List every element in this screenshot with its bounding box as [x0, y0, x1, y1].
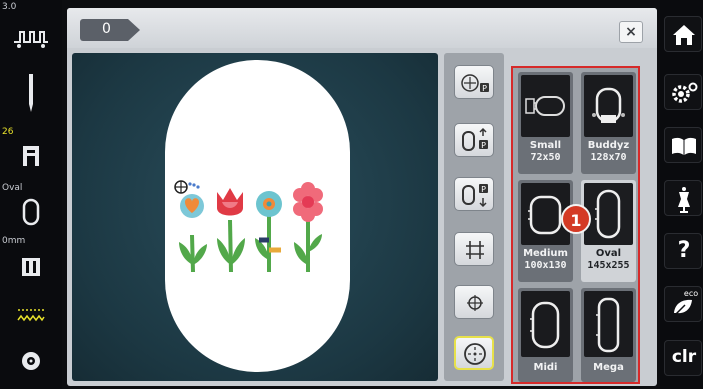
tool-column: P P P — [444, 53, 504, 381]
center-move-icon: P — [461, 74, 489, 93]
buddyz-hoop-icon — [592, 87, 625, 123]
stitch-pattern-icon[interactable] — [0, 304, 62, 330]
hoop-option-oval[interactable]: Oval 145x255 — [581, 180, 636, 282]
hoop-option-buddyz[interactable]: Buddyz 128x70 — [581, 72, 636, 174]
close-button[interactable]: × — [619, 21, 643, 43]
hoop-name: Midi — [533, 362, 558, 373]
svg-text:P: P — [482, 84, 487, 93]
hoop-name: Medium — [523, 248, 568, 259]
clear-button[interactable]: clr — [664, 340, 702, 376]
hoop-up-icon: P — [462, 127, 488, 151]
stitch-width-value: 3.0 — [2, 2, 17, 12]
small-hoop-icon — [525, 96, 565, 116]
hoop-label: Oval — [2, 183, 23, 193]
clear-icon: clr — [671, 347, 697, 367]
crosshair-center-icon — [467, 295, 483, 311]
hoop-option-mega[interactable]: Mega — [581, 288, 636, 382]
distance-value: 0mm — [2, 236, 26, 246]
svg-text:P: P — [481, 185, 486, 194]
callout-badge: 1 — [561, 204, 591, 234]
creative-consultant-button[interactable] — [664, 180, 702, 216]
flower-blue — [179, 194, 207, 273]
hoop-option-medium[interactable]: Medium 100x130 — [518, 180, 573, 282]
center-mark-button[interactable] — [454, 285, 494, 319]
hoop-size: 145x255 — [587, 260, 630, 271]
hoop-bottom-button[interactable]: P — [454, 177, 494, 211]
feed-dog-icon[interactable] — [0, 252, 62, 282]
eco-label: eco — [683, 289, 699, 298]
embroidery-screen: 3.0 26 Oval 0mm 0 × P P P Small 72x50 Bu… — [0, 0, 703, 389]
file-tab[interactable]: 0 — [80, 19, 140, 41]
tutorial-button[interactable] — [664, 127, 702, 163]
grid-icon — [466, 241, 484, 259]
home-button[interactable] — [664, 16, 702, 52]
tutorial-book-icon — [672, 137, 696, 155]
dress-form-icon — [678, 187, 690, 213]
file-tab-label: 0 — [102, 21, 111, 37]
needle-icon[interactable] — [0, 70, 62, 116]
settings-button[interactable] — [664, 74, 702, 110]
flower-red-tulip — [217, 188, 245, 273]
crosshair-icon — [174, 180, 200, 194]
hoop-size: 100x130 — [524, 260, 567, 271]
needle-number: 26 — [2, 127, 14, 137]
help-button[interactable]: ? — [664, 233, 702, 269]
hoop-option-midi[interactable]: Midi — [518, 288, 573, 382]
bobbin-icon[interactable] — [0, 346, 62, 376]
hoop-name: Buddyz — [587, 140, 630, 151]
help-icon: ? — [677, 238, 691, 263]
top-bar: 0 × — [67, 8, 657, 48]
midi-hoop-icon — [530, 301, 560, 349]
hoop-top-button[interactable]: P — [454, 123, 494, 157]
move-hoop-icon — [464, 343, 486, 365]
flower-teal — [255, 191, 282, 272]
hoop-shape-icon[interactable] — [0, 197, 62, 227]
hoop-option-small[interactable]: Small 72x50 — [518, 72, 573, 174]
svg-text:P: P — [481, 141, 486, 150]
hoop-size: 72x50 — [530, 152, 561, 163]
hoop-preview — [165, 60, 350, 372]
hoop-name: Mega — [593, 362, 624, 373]
move-hoop-button[interactable] — [454, 336, 494, 370]
settings-icon — [672, 82, 698, 103]
hoop-down-icon: P — [462, 184, 488, 208]
move-to-center-button[interactable]: P — [454, 65, 494, 99]
grid-button[interactable] — [454, 232, 494, 266]
right-nav-bar: ? eco clr — [660, 0, 703, 389]
hoop-size: 128x70 — [590, 152, 627, 163]
embroidery-stage — [72, 53, 438, 381]
hoop-name: Oval — [595, 248, 622, 259]
home-icon — [673, 25, 695, 45]
mega-hoop-icon — [596, 297, 620, 353]
hoop-name: Small — [529, 140, 562, 151]
flower-pink — [293, 182, 323, 272]
main-panel: 0 × P P P Small 72x50 Buddyz 128x70 Medi… — [67, 8, 657, 386]
presser-foot-icon[interactable] — [0, 24, 62, 54]
stitch-plate-icon[interactable] — [0, 142, 62, 170]
left-status-bar: 3.0 26 Oval 0mm — [0, 0, 62, 389]
flower-design[interactable] — [165, 60, 350, 372]
eco-button[interactable]: eco — [664, 286, 702, 322]
oval-hoop-icon — [595, 189, 621, 239]
